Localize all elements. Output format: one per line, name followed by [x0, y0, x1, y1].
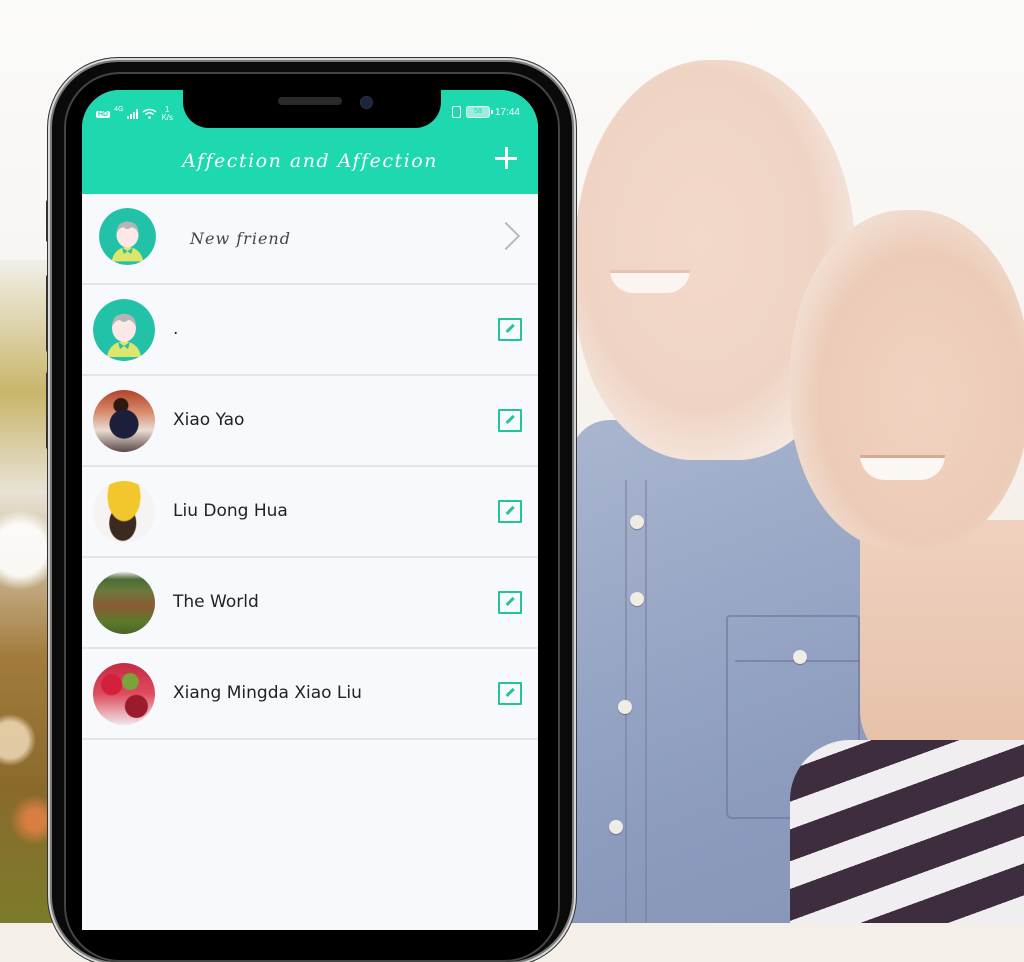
- photo-avatar: [93, 572, 155, 634]
- chevron-right-icon[interactable]: [491, 214, 530, 258]
- plus-icon[interactable]: [494, 146, 518, 170]
- contact-row[interactable]: Xiao Yao: [82, 376, 538, 467]
- woman-face: [790, 210, 1024, 550]
- contact-row[interactable]: The World: [82, 558, 538, 649]
- contact-row[interactable]: .: [82, 285, 538, 376]
- new-friend-label: New friend: [190, 229, 291, 248]
- woman-smile: [860, 455, 945, 480]
- earpiece-speaker: [278, 97, 342, 105]
- app-title: Affection and Affection: [182, 150, 438, 172]
- shirt-button: [630, 592, 644, 606]
- net-speed-unit: K/s: [161, 113, 174, 122]
- edit-icon[interactable]: [498, 682, 522, 705]
- hd-icon: HD: [96, 110, 111, 118]
- contact-name: Xiao Yao: [173, 410, 245, 430]
- clock: 17:44: [494, 106, 520, 118]
- contact-name: .: [173, 319, 179, 339]
- net-speed: 1 K/s: [161, 106, 173, 122]
- shirt-button: [630, 515, 644, 529]
- striped-top: [790, 740, 1024, 923]
- shirt-button: [618, 700, 632, 714]
- photo-avatar: [93, 390, 155, 452]
- woman-neck: [860, 520, 1024, 770]
- edit-icon[interactable]: [498, 591, 522, 614]
- man-smile: [610, 270, 690, 293]
- wifi-icon: [142, 108, 157, 120]
- default-avatar-icon: [93, 299, 155, 361]
- new-friend-row[interactable]: New friend: [82, 194, 538, 285]
- edit-icon[interactable]: [498, 409, 522, 432]
- front-camera: [360, 96, 373, 109]
- network-type: 4G: [114, 106, 124, 113]
- vibrate-icon: [451, 106, 461, 118]
- status-bar-right: 58 17:44: [451, 106, 520, 118]
- contact-row[interactable]: Liu Dong Hua: [82, 467, 538, 558]
- battery-icon: 58: [465, 106, 493, 118]
- signal-icon: [127, 109, 139, 119]
- edit-icon[interactable]: [498, 318, 522, 341]
- photo-avatar: [93, 481, 155, 543]
- phone-notch: [183, 88, 441, 128]
- status-bar-left: HD 4G 1 K/s: [96, 106, 173, 122]
- contact-list: New friend . Xiao Yao Liu Dong Hua The W…: [82, 194, 538, 740]
- contact-name: The World: [173, 592, 259, 612]
- contact-row[interactable]: Xiang Mingda Xiao Liu: [82, 649, 538, 740]
- pocket-button: [793, 650, 807, 664]
- shirt-button: [609, 820, 623, 834]
- app-screen: HD 4G 1 K/s 58 17:44 Affection and Affec…: [82, 90, 538, 930]
- edit-icon[interactable]: [498, 500, 522, 523]
- contact-name: Xiang Mingda Xiao Liu: [173, 683, 362, 703]
- photo-avatar: [93, 663, 155, 725]
- contact-name: Liu Dong Hua: [173, 501, 288, 521]
- default-avatar-icon: [99, 208, 156, 265]
